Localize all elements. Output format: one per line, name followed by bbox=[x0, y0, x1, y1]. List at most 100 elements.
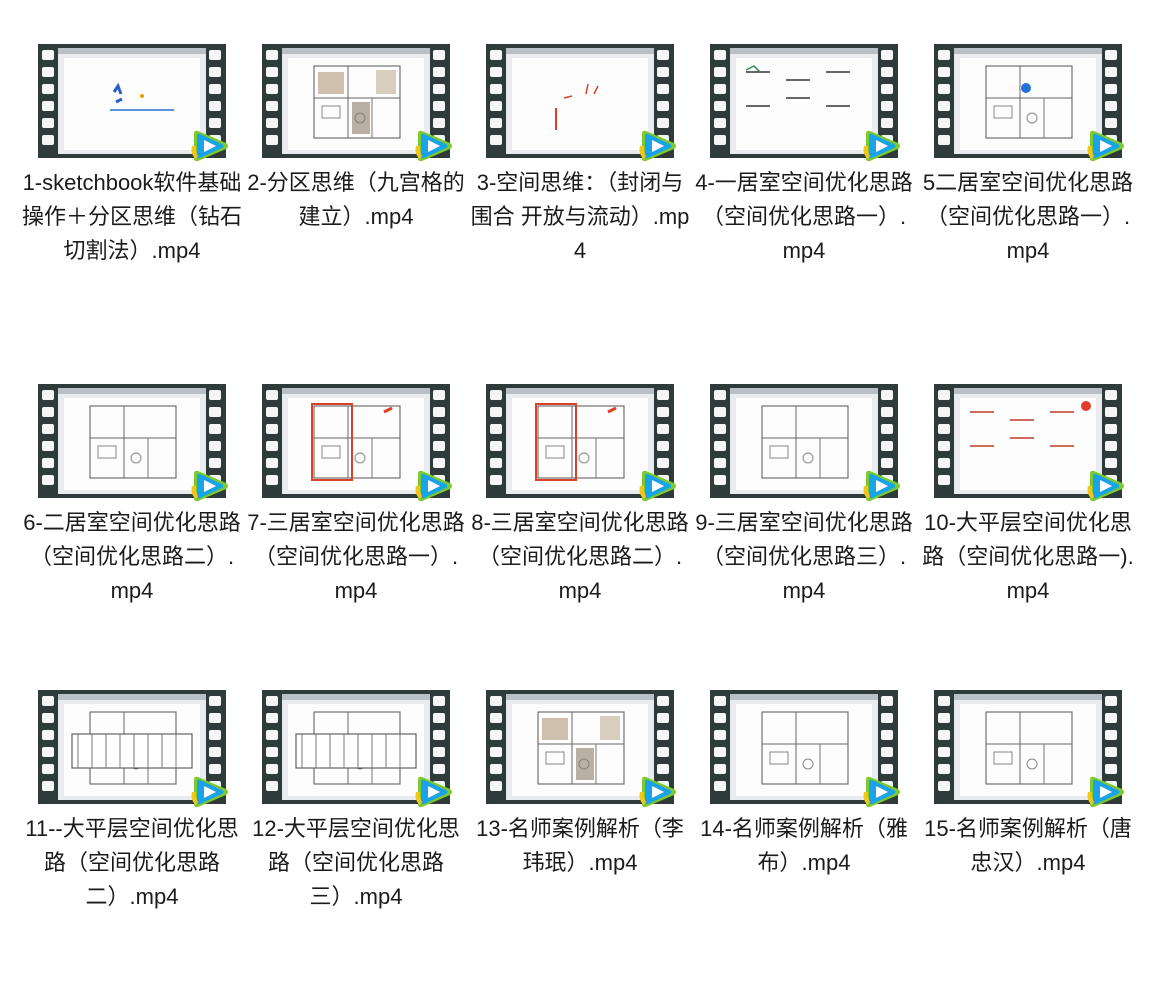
preview-toolbar bbox=[58, 694, 206, 700]
video-preview bbox=[954, 694, 1102, 800]
preview-canvas bbox=[288, 704, 424, 796]
file-item[interactable]: 11--大平层空间优化思路（空间优化思路二）.mp4 bbox=[20, 690, 244, 914]
preview-toolbar bbox=[954, 48, 1102, 54]
preview-canvas bbox=[512, 58, 648, 150]
file-item[interactable]: 13-名师案例解析（李玮珉）.mp4 bbox=[468, 690, 692, 880]
video-thumbnail[interactable] bbox=[486, 384, 676, 502]
file-name-label: 14-名师案例解析（雅布）.mp4 bbox=[700, 816, 908, 875]
preview-canvas bbox=[512, 398, 648, 490]
film-perforations bbox=[266, 50, 279, 152]
file-item[interactable]: 3-空间思维：（封闭与围合 开放与流动）.mp4 bbox=[468, 44, 692, 268]
preview-canvas bbox=[64, 704, 200, 796]
video-thumbnail[interactable] bbox=[262, 44, 452, 162]
film-perforations bbox=[42, 50, 55, 152]
video-preview bbox=[954, 48, 1102, 154]
file-name-label: 6-二居室空间优化思路（空间优化思路二）.mp4 bbox=[23, 510, 241, 603]
preview-canvas bbox=[960, 704, 1096, 796]
file-name-label: 5二居室空间优化思路（空间优化思路一）.mp4 bbox=[922, 170, 1134, 263]
tencent-video-player-icon bbox=[636, 128, 680, 164]
tencent-video-player-icon bbox=[1084, 774, 1128, 810]
preview-toolbar bbox=[506, 48, 654, 54]
video-thumbnail[interactable] bbox=[934, 690, 1124, 808]
video-thumbnail[interactable] bbox=[710, 44, 900, 162]
preview-canvas bbox=[288, 398, 424, 490]
video-preview bbox=[730, 694, 878, 800]
film-perforations bbox=[938, 50, 951, 152]
preview-toolbar bbox=[282, 388, 430, 394]
preview-toolbar bbox=[58, 388, 206, 394]
file-item[interactable]: 7-三居室空间优化思路（空间优化思路一）.mp4 bbox=[244, 384, 468, 608]
video-thumbnail[interactable] bbox=[38, 690, 228, 808]
film-perforations bbox=[266, 390, 279, 492]
video-thumbnail[interactable] bbox=[262, 690, 452, 808]
file-item[interactable]: 15-名师案例解析（唐忠汉）.mp4 bbox=[916, 690, 1140, 880]
preview-canvas bbox=[64, 58, 200, 150]
preview-toolbar bbox=[58, 48, 206, 54]
tencent-video-player-icon bbox=[188, 774, 232, 810]
tencent-video-player-icon bbox=[1084, 468, 1128, 504]
video-preview bbox=[506, 388, 654, 494]
tencent-video-player-icon bbox=[188, 128, 232, 164]
film-perforations bbox=[266, 696, 279, 798]
file-item[interactable]: 5二居室空间优化思路（空间优化思路一）.mp4 bbox=[916, 44, 1140, 268]
video-preview bbox=[58, 48, 206, 154]
video-preview bbox=[282, 388, 430, 494]
tencent-video-player-icon bbox=[636, 774, 680, 810]
video-thumbnail[interactable] bbox=[934, 44, 1124, 162]
file-name-label: 8-三居室空间优化思路（空间优化思路二）.mp4 bbox=[471, 510, 689, 603]
file-name-label: 1-sketchbook软件基础操作＋分区思维（钻石切割法）.mp4 bbox=[22, 170, 243, 263]
preview-canvas bbox=[960, 58, 1096, 150]
file-grid: 1-sketchbook软件基础操作＋分区思维（钻石切割法）.mp4 2-分区思… bbox=[0, 0, 1150, 982]
file-name-label: 11--大平层空间优化思路（空间优化思路二）.mp4 bbox=[25, 816, 239, 909]
tencent-video-player-icon bbox=[412, 128, 456, 164]
preview-canvas bbox=[736, 58, 872, 150]
video-preview bbox=[954, 388, 1102, 494]
preview-toolbar bbox=[282, 694, 430, 700]
tencent-video-player-icon bbox=[412, 774, 456, 810]
file-item[interactable]: 1-sketchbook软件基础操作＋分区思维（钻石切割法）.mp4 bbox=[20, 44, 244, 268]
film-perforations bbox=[714, 50, 727, 152]
file-name-label: 2-分区思维（九宫格的建立）.mp4 bbox=[247, 170, 465, 229]
video-preview bbox=[730, 388, 878, 494]
video-preview bbox=[58, 388, 206, 494]
video-thumbnail[interactable] bbox=[38, 384, 228, 502]
video-thumbnail[interactable] bbox=[934, 384, 1124, 502]
video-preview bbox=[730, 48, 878, 154]
video-thumbnail[interactable] bbox=[38, 44, 228, 162]
file-item[interactable]: 2-分区思维（九宫格的建立）.mp4 bbox=[244, 44, 468, 234]
tencent-video-player-icon bbox=[860, 468, 904, 504]
tencent-video-player-icon bbox=[412, 468, 456, 504]
file-item[interactable]: 9-三居室空间优化思路（空间优化思路三）.mp4 bbox=[692, 384, 916, 608]
video-thumbnail[interactable] bbox=[262, 384, 452, 502]
file-item[interactable]: 6-二居室空间优化思路（空间优化思路二）.mp4 bbox=[20, 384, 244, 608]
tencent-video-player-icon bbox=[188, 468, 232, 504]
film-perforations bbox=[938, 390, 951, 492]
video-thumbnail[interactable] bbox=[710, 384, 900, 502]
file-name-label: 15-名师案例解析（唐忠汉）.mp4 bbox=[924, 816, 1132, 875]
video-thumbnail[interactable] bbox=[486, 690, 676, 808]
preview-toolbar bbox=[506, 388, 654, 394]
file-item[interactable]: 10-大平层空间优化思路（空间优化思路一).mp4 bbox=[916, 384, 1140, 608]
file-name-label: 3-空间思维：（封闭与围合 开放与流动）.mp4 bbox=[470, 170, 690, 263]
film-perforations bbox=[938, 696, 951, 798]
file-name-label: 7-三居室空间优化思路（空间优化思路一）.mp4 bbox=[247, 510, 465, 603]
tencent-video-player-icon bbox=[860, 128, 904, 164]
film-perforations bbox=[490, 390, 503, 492]
file-item[interactable]: 14-名师案例解析（雅布）.mp4 bbox=[692, 690, 916, 880]
film-perforations bbox=[42, 390, 55, 492]
film-perforations bbox=[490, 696, 503, 798]
file-item[interactable]: 4-一居室空间优化思路（空间优化思路一）.mp4 bbox=[692, 44, 916, 268]
file-name-label: 10-大平层空间优化思路（空间优化思路一).mp4 bbox=[922, 510, 1134, 603]
file-item[interactable]: 8-三居室空间优化思路（空间优化思路二）.mp4 bbox=[468, 384, 692, 608]
preview-canvas bbox=[736, 398, 872, 490]
preview-toolbar bbox=[730, 388, 878, 394]
tencent-video-player-icon bbox=[860, 774, 904, 810]
video-thumbnail[interactable] bbox=[486, 44, 676, 162]
file-item[interactable]: 12-大平层空间优化思路（空间优化思路三）.mp4 bbox=[244, 690, 468, 914]
preview-canvas bbox=[512, 704, 648, 796]
video-preview bbox=[282, 48, 430, 154]
film-perforations bbox=[714, 696, 727, 798]
video-thumbnail[interactable] bbox=[710, 690, 900, 808]
preview-toolbar bbox=[730, 694, 878, 700]
preview-toolbar bbox=[730, 48, 878, 54]
